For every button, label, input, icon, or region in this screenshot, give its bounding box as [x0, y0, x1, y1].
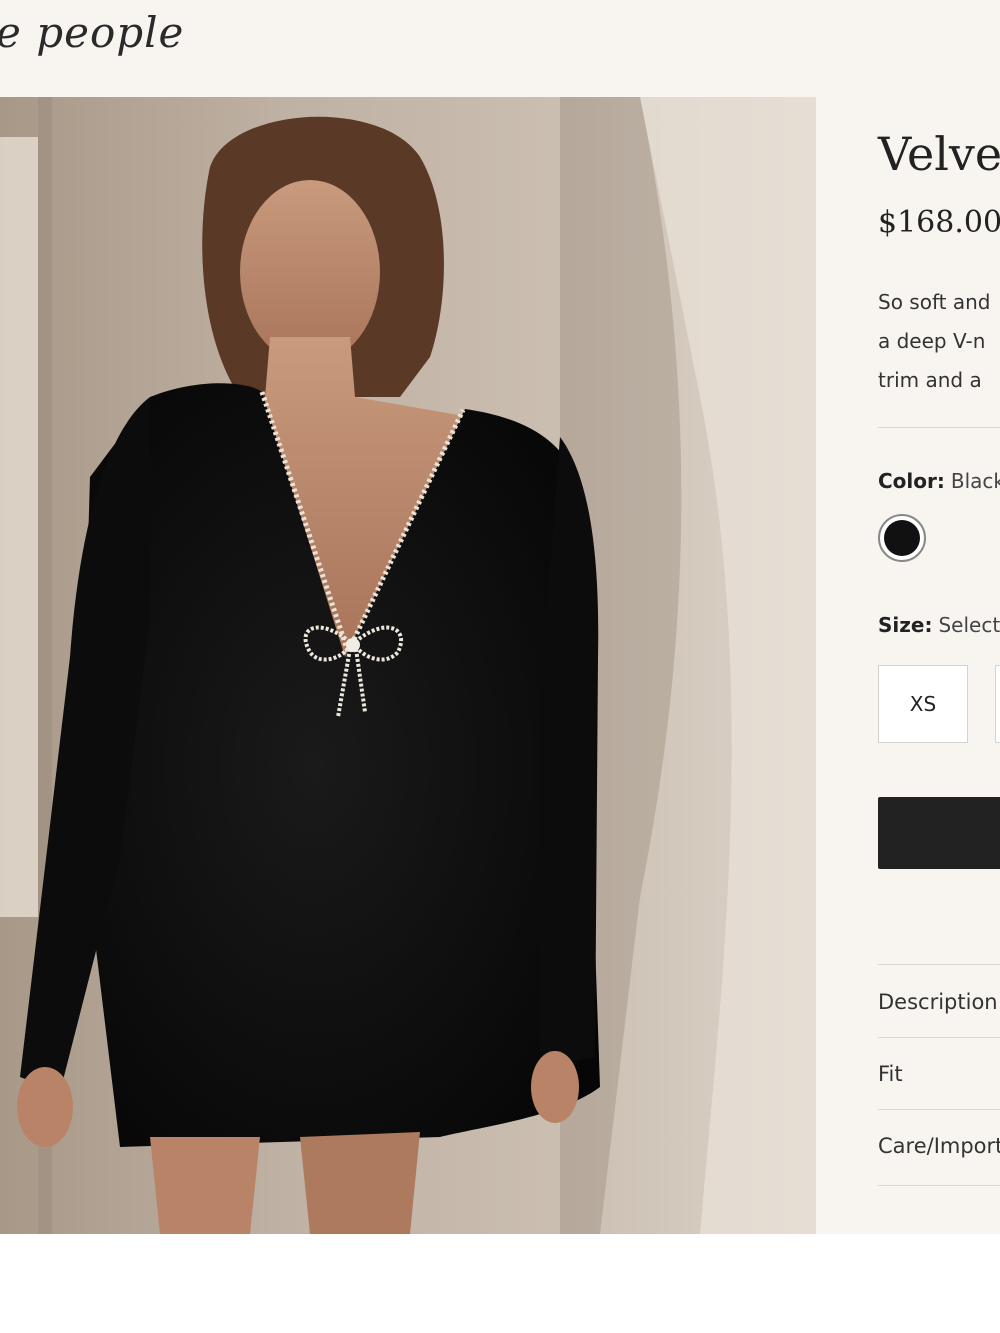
accordion-description[interactable]: Description — [878, 990, 998, 1014]
color-swatch-black[interactable] — [878, 514, 926, 562]
product-title: Velvet — [878, 127, 1000, 181]
color-value: Black — [950, 469, 1000, 493]
size-value: Select — [938, 613, 1000, 637]
size-row: Size: Select — [878, 613, 1000, 637]
description-line: a deep V-n — [878, 329, 986, 353]
product-description: So soft and a deep V-n trim and a — [878, 283, 1000, 400]
product-image[interactable] — [0, 97, 816, 1234]
product-price: $168.00 — [878, 205, 1000, 240]
size-option[interactable] — [995, 665, 1000, 743]
size-option-xs[interactable]: XS — [878, 665, 968, 743]
site-header: e people — [0, 0, 1000, 97]
divider — [878, 1109, 1000, 1110]
size-label: Size: — [878, 613, 933, 637]
model-photo — [0, 97, 816, 1234]
product-details-panel: Velvet $168.00 So soft and a deep V-n tr… — [816, 97, 1000, 1234]
divider — [878, 1037, 1000, 1038]
description-line: trim and a — [878, 368, 982, 392]
divider — [878, 964, 1000, 965]
divider — [878, 1185, 1000, 1186]
accordion-care-import[interactable]: Care/Import — [878, 1134, 1000, 1158]
add-to-bag-button[interactable] — [878, 797, 1000, 869]
brand-logo[interactable]: e people — [0, 8, 184, 57]
divider — [878, 427, 1000, 428]
color-label: Color: — [878, 469, 945, 493]
page-bottom — [0, 1234, 1000, 1333]
accordion-fit[interactable]: Fit — [878, 1062, 903, 1086]
color-row: Color: Black — [878, 469, 1000, 493]
description-line: So soft and — [878, 290, 991, 314]
